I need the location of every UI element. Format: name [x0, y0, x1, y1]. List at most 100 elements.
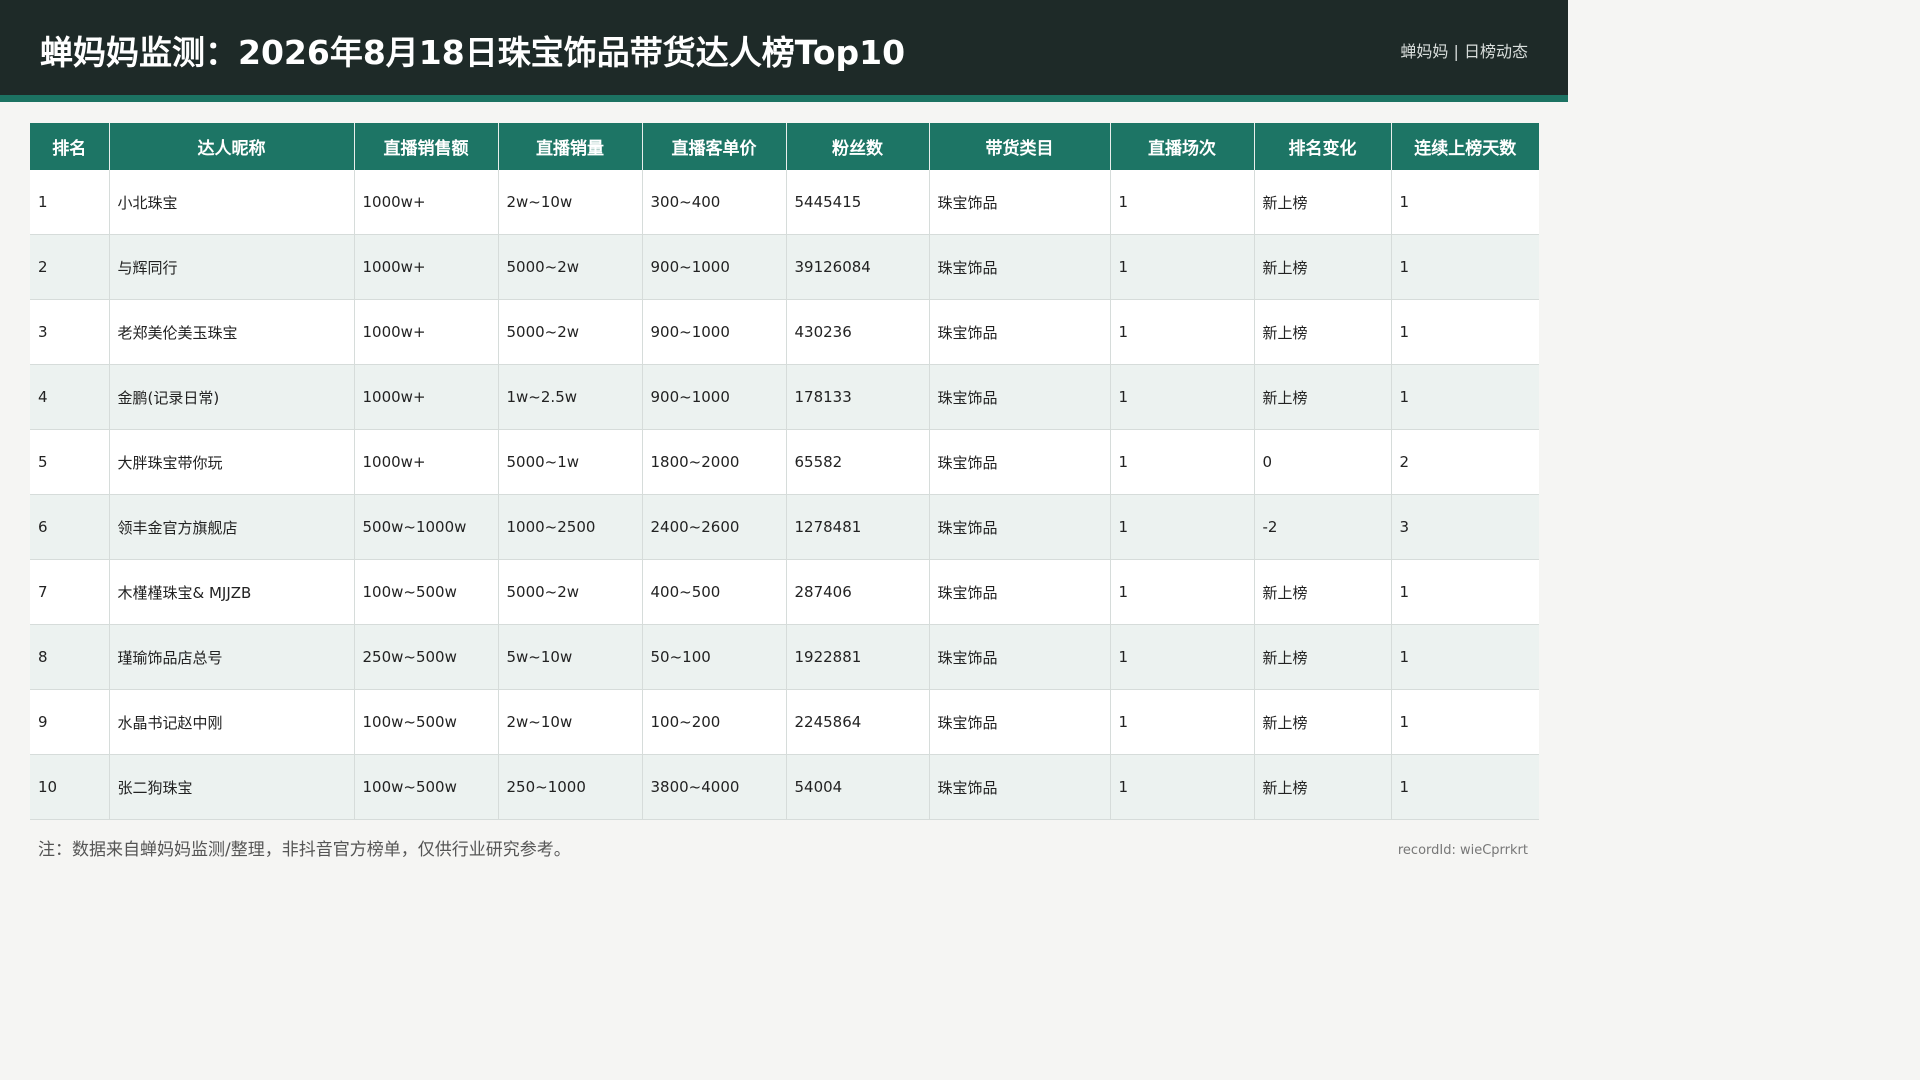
table-row: 8 瑾瑜饰品店总号 250w~500w 5w~10w 50~100 1922881 珠宝饰品…	[30, 624, 1539, 690]
cell-fans: 178133	[786, 364, 930, 430]
cell-fans: 39126084	[786, 234, 930, 300]
cell-category: 珠宝饰品	[929, 624, 1111, 690]
cell-unit-price: 1800~2000	[642, 429, 787, 495]
cell-streak-days: 3	[1391, 494, 1539, 560]
cell-live-volume: 1000~2500	[498, 494, 643, 560]
cell-unit-price: 300~400	[642, 170, 787, 235]
page-title: 蝉妈妈监测：2026年8月18日珠宝饰品带货达人榜Top10	[40, 33, 906, 72]
cell-sessions: 1	[1110, 364, 1255, 430]
cell-rank-change: -2	[1254, 494, 1392, 560]
cell-unit-price: 900~1000	[642, 364, 787, 430]
col-header-sessions: 直播场次	[1110, 123, 1255, 170]
cell-rank-change: 新上榜	[1254, 364, 1392, 430]
cell-category: 珠宝饰品	[929, 299, 1111, 365]
cell-live-volume: 2w~10w	[498, 170, 643, 235]
cell-sessions: 1	[1110, 429, 1255, 495]
cell-rank-change: 0	[1254, 429, 1392, 495]
cell-category: 珠宝饰品	[929, 170, 1111, 235]
cell-streak-days: 1	[1391, 689, 1539, 755]
cell-live-sales: 1000w+	[354, 299, 499, 365]
cell-nickname: 木槿槿珠宝& MJJZB	[109, 559, 355, 625]
cell-live-volume: 5000~2w	[498, 559, 643, 625]
col-header-live-sales: 直播销售额	[354, 123, 499, 170]
brand-label: 蝉妈妈 | 日榜动态	[1400, 42, 1528, 61]
cell-rank: 9	[30, 689, 110, 755]
cell-unit-price: 900~1000	[642, 234, 787, 300]
cell-sessions: 1	[1110, 689, 1255, 755]
cell-live-volume: 5000~2w	[498, 299, 643, 365]
cell-live-sales: 1000w+	[354, 364, 499, 430]
col-header-rank: 排名	[30, 123, 110, 170]
cell-live-sales: 100w~500w	[354, 689, 499, 755]
cell-sessions: 1	[1110, 234, 1255, 300]
cell-rank: 10	[30, 754, 110, 820]
cell-nickname: 瑾瑜饰品店总号	[109, 624, 355, 690]
cell-sessions: 1	[1110, 624, 1255, 690]
header-accent-stripe	[0, 95, 1568, 102]
cell-category: 珠宝饰品	[929, 559, 1111, 625]
cell-streak-days: 1	[1391, 754, 1539, 820]
cell-rank: 2	[30, 234, 110, 300]
cell-nickname: 大胖珠宝带你玩	[109, 429, 355, 495]
cell-live-volume: 250~1000	[498, 754, 643, 820]
col-header-fans: 粉丝数	[786, 123, 930, 170]
cell-streak-days: 1	[1391, 559, 1539, 625]
cell-category: 珠宝饰品	[929, 689, 1111, 755]
col-header-nickname: 达人昵称	[109, 123, 355, 170]
cell-nickname: 老郑美伦美玉珠宝	[109, 299, 355, 365]
table-row: 3 老郑美伦美玉珠宝 1000w+ 5000~2w 900~1000 430236 珠宝饰品…	[30, 299, 1539, 365]
cell-category: 珠宝饰品	[929, 234, 1111, 300]
cell-streak-days: 1	[1391, 299, 1539, 365]
table-row: 7 木槿槿珠宝& MJJZB 100w~500w 5000~2w 400~500 2874…	[30, 559, 1539, 625]
cell-nickname: 金鹏(记录日常)	[109, 364, 355, 430]
cell-live-sales: 500w~1000w	[354, 494, 499, 560]
cell-fans: 430236	[786, 299, 930, 365]
cell-live-volume: 5000~2w	[498, 234, 643, 300]
cell-live-volume: 1w~2.5w	[498, 364, 643, 430]
cell-rank-change: 新上榜	[1254, 754, 1392, 820]
table-row: 9 水晶书记赵中刚 100w~500w 2w~10w 100~200 2245864 珠宝饰…	[30, 689, 1539, 755]
cell-streak-days: 1	[1391, 364, 1539, 430]
table-row: 2 与辉同行 1000w+ 5000~2w 900~1000 39126084 珠宝饰品 1 新…	[30, 234, 1539, 300]
cell-streak-days: 2	[1391, 429, 1539, 495]
cell-sessions: 1	[1110, 494, 1255, 560]
cell-rank: 3	[30, 299, 110, 365]
cell-category: 珠宝饰品	[929, 429, 1111, 495]
cell-category: 珠宝饰品	[929, 364, 1111, 430]
table-row: 6 领丰金官方旗舰店 500w~1000w 1000~2500 2400~2600 127…	[30, 494, 1539, 560]
cell-nickname: 张二狗珠宝	[109, 754, 355, 820]
cell-sessions: 1	[1110, 299, 1255, 365]
cell-live-sales: 1000w+	[354, 170, 499, 235]
col-header-live-volume: 直播销量	[498, 123, 643, 170]
cell-rank-change: 新上榜	[1254, 559, 1392, 625]
table-row: 10 张二狗珠宝 100w~500w 250~1000 3800~4000 54004 珠宝…	[30, 754, 1539, 820]
cell-category: 珠宝饰品	[929, 754, 1111, 820]
table-row: 5 大胖珠宝带你玩 1000w+ 5000~1w 1800~2000 65582 珠宝饰品 1…	[30, 429, 1539, 495]
ranking-table: 排名 达人昵称 直播销售额 直播销量 直播客单价 粉丝数 带货类目 直播场次 排…	[30, 123, 1539, 820]
cell-rank: 8	[30, 624, 110, 690]
col-header-rank-change: 排名变化	[1254, 123, 1392, 170]
record-id: recordId: wieCprrkrt	[1397, 843, 1528, 858]
cell-rank: 7	[30, 559, 110, 625]
footnote: 注：数据来自蝉妈妈监测/整理，非抖音官方榜单，仅供行业研究参考。	[38, 840, 571, 860]
cell-streak-days: 1	[1391, 234, 1539, 300]
cell-sessions: 1	[1110, 170, 1255, 235]
cell-live-volume: 5w~10w	[498, 624, 643, 690]
cell-rank-change: 新上榜	[1254, 170, 1392, 235]
col-header-unit-price: 直播客单价	[642, 123, 787, 170]
cell-rank-change: 新上榜	[1254, 234, 1392, 300]
cell-streak-days: 1	[1391, 170, 1539, 235]
cell-rank-change: 新上榜	[1254, 689, 1392, 755]
col-header-streak-days: 连续上榜天数	[1391, 123, 1539, 170]
cell-rank: 5	[30, 429, 110, 495]
cell-rank-change: 新上榜	[1254, 299, 1392, 365]
cell-streak-days: 1	[1391, 624, 1539, 690]
cell-fans: 5445415	[786, 170, 930, 235]
cell-fans: 65582	[786, 429, 930, 495]
cell-live-sales: 1000w+	[354, 429, 499, 495]
cell-nickname: 与辉同行	[109, 234, 355, 300]
cell-unit-price: 900~1000	[642, 299, 787, 365]
table-header-row: 排名 达人昵称 直播销售额 直播销量 直播客单价 粉丝数 带货类目 直播场次 排…	[30, 123, 1539, 170]
cell-rank: 1	[30, 170, 110, 235]
cell-category: 珠宝饰品	[929, 494, 1111, 560]
